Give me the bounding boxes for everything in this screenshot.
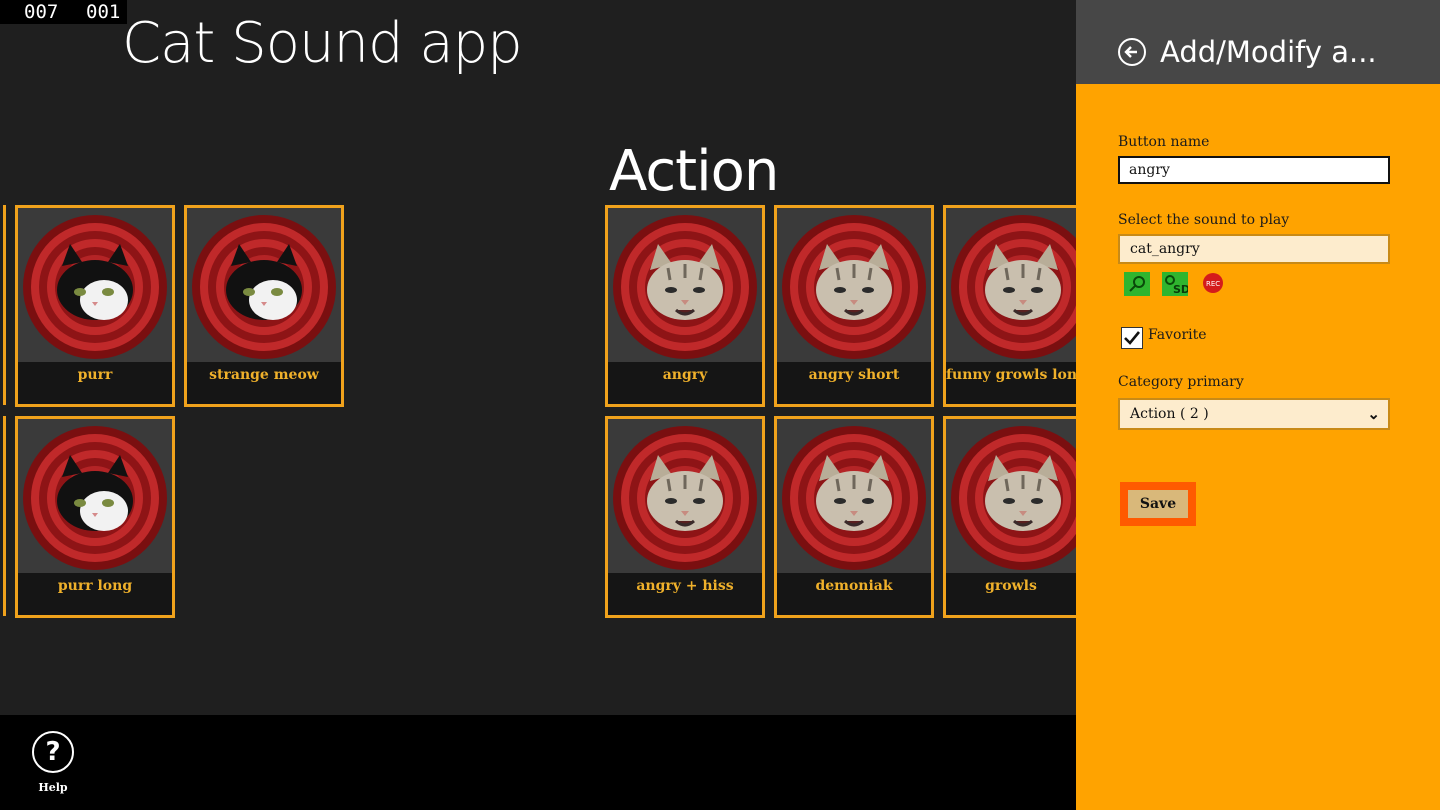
sound-tile[interactable]: strange meow xyxy=(184,205,344,407)
cat-target-art xyxy=(946,208,1076,362)
cat-target-art-svg xyxy=(782,426,926,570)
tile-label: angry xyxy=(662,367,708,383)
sound-tile[interactable]: growls xyxy=(943,416,1079,618)
tile-label: strange meow xyxy=(209,367,319,383)
cat-target-art-svg xyxy=(951,215,1076,359)
help-button[interactable]: ? Help xyxy=(30,731,76,794)
sound-tile[interactable]: angry + hiss xyxy=(605,416,765,618)
tile-label: purr long xyxy=(57,578,133,594)
sound-tile[interactable]: purr xyxy=(15,205,175,407)
record-icon[interactable]: REC xyxy=(1202,272,1228,296)
cat-target-art xyxy=(946,419,1076,573)
cat-target-art-svg xyxy=(23,215,167,359)
sd-card-icon[interactable]: SD xyxy=(1162,272,1190,296)
tile-label: demoniak xyxy=(815,578,893,594)
cat-target-art xyxy=(187,208,341,362)
cat-target-art-svg xyxy=(613,426,757,570)
cat-target-art-svg xyxy=(23,426,167,570)
back-arrow-icon[interactable] xyxy=(1118,38,1146,66)
tile-label: funny growls lon xyxy=(946,367,1076,383)
svg-text:SD: SD xyxy=(1173,283,1188,296)
save-button-focus-ring: Save xyxy=(1120,482,1196,526)
add-modify-panel: Add/Modify a... Button name angry Select… xyxy=(1076,0,1440,810)
category-selected-value: Action ( 2 ) xyxy=(1130,406,1209,422)
favorite-label: Favorite xyxy=(1148,327,1207,343)
cat-target-art xyxy=(608,419,762,573)
tile-label: growls xyxy=(985,578,1037,594)
tile-label: angry + hiss xyxy=(636,578,734,594)
group-title-action[interactable]: Action xyxy=(609,138,779,206)
save-button[interactable]: Save xyxy=(1128,490,1188,518)
sound-tile[interactable]: purr long xyxy=(15,416,175,618)
frame-counter: 007 xyxy=(24,1,59,23)
button-name-input[interactable]: angry xyxy=(1118,156,1390,184)
panel-title: Add/Modify a... xyxy=(1160,35,1377,69)
tile-label: purr xyxy=(77,367,113,383)
chevron-down-icon[interactable]: ⌄ xyxy=(1367,400,1380,428)
sound-tile[interactable]: funny growls lon xyxy=(943,205,1079,407)
svg-text:REC: REC xyxy=(1206,280,1220,288)
sound-label: Select the sound to play xyxy=(1118,212,1290,228)
cat-target-art xyxy=(777,419,931,573)
cat-target-art xyxy=(18,208,172,362)
sound-file-field[interactable]: cat_angry xyxy=(1118,234,1390,264)
cat-target-art-svg xyxy=(951,426,1076,570)
cat-target-art xyxy=(777,208,931,362)
favorite-checkbox[interactable] xyxy=(1121,327,1143,349)
fps-counter: 001 xyxy=(86,1,121,23)
cat-target-art-svg xyxy=(782,215,926,359)
cat-target-art-svg xyxy=(613,215,757,359)
app-title: Cat Sound app xyxy=(122,11,523,76)
cat-target-art xyxy=(18,419,172,573)
sound-tile[interactable]: demoniak xyxy=(774,416,934,618)
help-label: Help xyxy=(38,781,68,794)
cat-target-art-svg xyxy=(192,215,336,359)
partial-tile-edge[interactable] xyxy=(3,416,6,616)
button-name-label: Button name xyxy=(1118,134,1210,150)
category-select[interactable]: Action ( 2 ) ⌄ xyxy=(1118,398,1390,430)
bottom-app-bar xyxy=(0,715,1076,810)
partial-tile-edge[interactable] xyxy=(3,205,6,405)
panel-header: Add/Modify a... xyxy=(1076,0,1440,84)
search-icon[interactable] xyxy=(1124,272,1150,296)
category-label: Category primary xyxy=(1118,374,1244,390)
tile-label: angry short xyxy=(808,367,900,383)
help-icon[interactable]: ? xyxy=(32,731,74,773)
sound-tile[interactable]: angry short xyxy=(774,205,934,407)
debug-counter-bar: 007 001 xyxy=(0,0,127,24)
sound-tile[interactable]: angry xyxy=(605,205,765,407)
cat-target-art xyxy=(608,208,762,362)
